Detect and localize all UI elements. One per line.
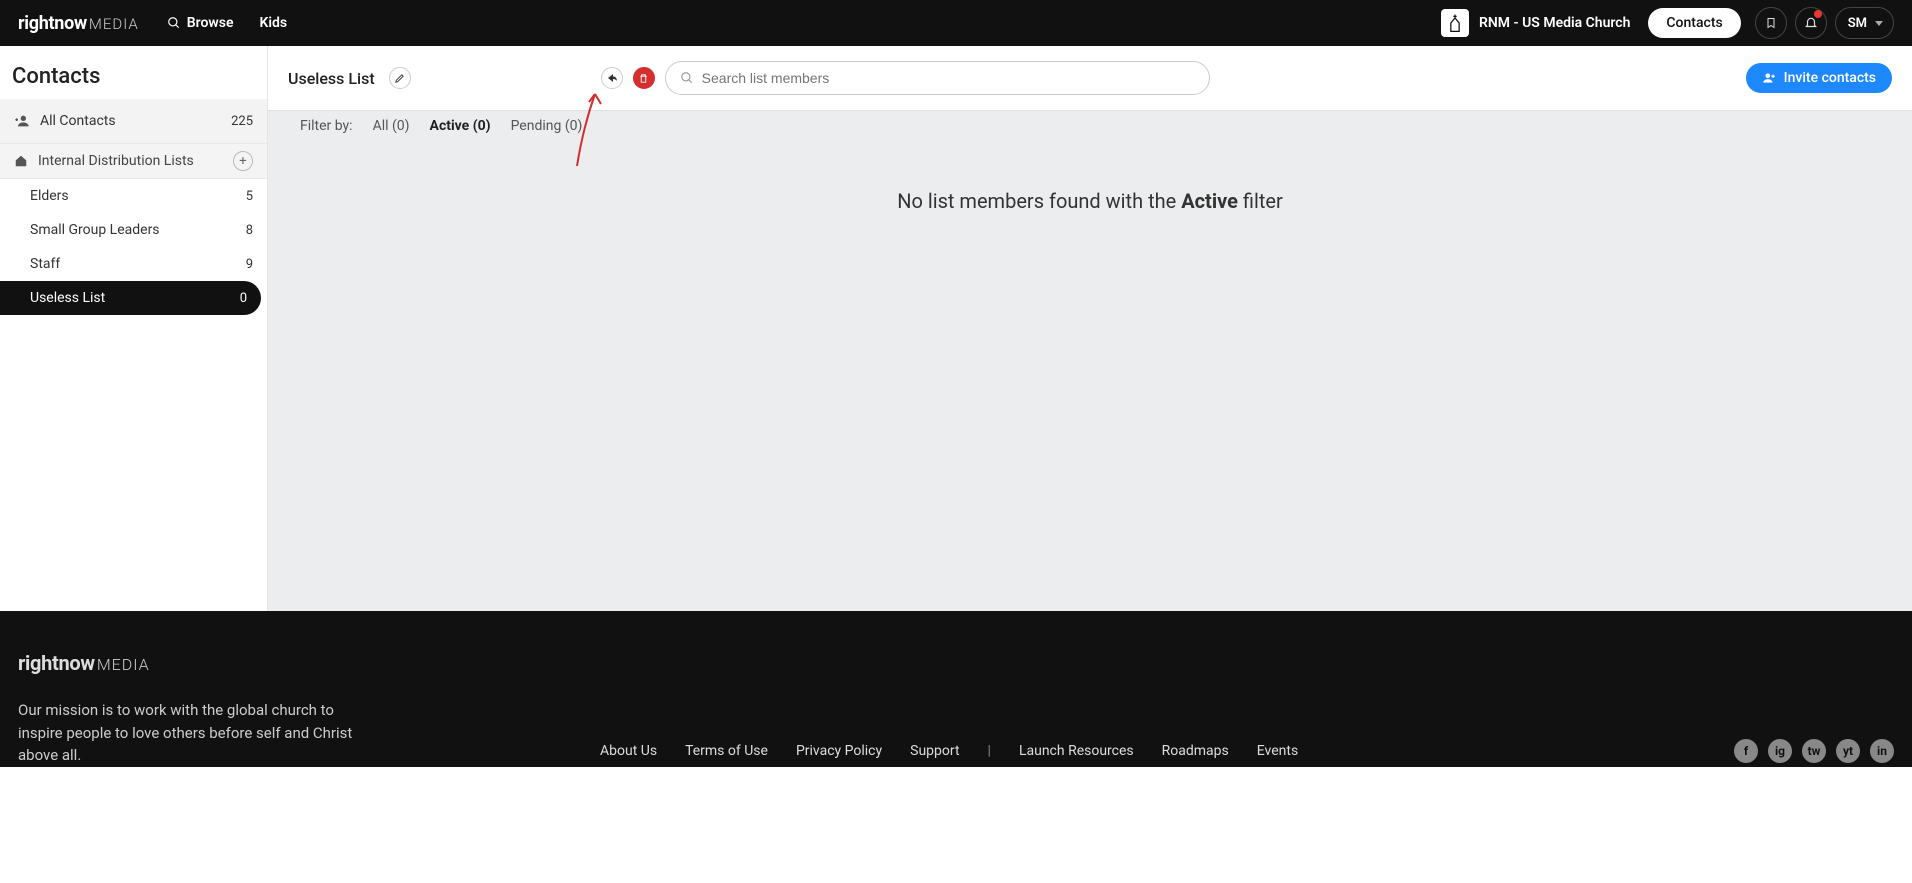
- search-icon: [167, 16, 181, 30]
- twitter-icon[interactable]: tw: [1802, 739, 1826, 763]
- empty-prefix: No list members found with the: [897, 189, 1181, 213]
- sidebar-section-header: Internal Distribution Lists +: [0, 143, 267, 179]
- sidebar-all-contacts[interactable]: All Contacts 225: [0, 99, 267, 143]
- footer-logo[interactable]: rightnow MEDIA: [18, 651, 1894, 675]
- footer-link-roadmaps[interactable]: Roadmaps: [1162, 743, 1229, 759]
- notification-dot: [1814, 10, 1822, 18]
- footer-link-launch[interactable]: Launch Resources: [1019, 743, 1134, 759]
- list-item-count: 0: [240, 291, 247, 306]
- share-list-button[interactable]: [601, 67, 623, 89]
- filter-all[interactable]: All (0): [373, 118, 410, 134]
- add-list-button[interactable]: +: [233, 151, 253, 171]
- sidebar-section-label: Internal Distribution Lists: [38, 153, 194, 169]
- person-add-icon: [14, 113, 30, 129]
- footer: rightnow MEDIA Our mission is to work wi…: [0, 611, 1912, 767]
- empty-strong: Active: [1181, 189, 1238, 213]
- home-icon: [14, 154, 28, 168]
- list-item-count: 8: [246, 223, 253, 238]
- nav-browse-label: Browse: [187, 15, 234, 31]
- brand-light: MEDIA: [89, 15, 139, 33]
- sidebar: Contacts All Contacts 225 Internal Distr…: [0, 46, 268, 611]
- plus-icon: +: [239, 154, 246, 169]
- instagram-icon[interactable]: ig: [1768, 739, 1792, 763]
- filter-bar: Filter by: All (0) Active (0) Pending (0…: [268, 111, 1912, 141]
- nav-kids[interactable]: Kids: [259, 15, 287, 31]
- empty-suffix: filter: [1238, 189, 1283, 213]
- footer-social: f ig tw yt in: [1734, 739, 1894, 763]
- list-item-label: Useless List: [30, 290, 105, 306]
- footer-link-terms[interactable]: Terms of Use: [685, 743, 768, 759]
- filter-active[interactable]: Active (0): [430, 118, 491, 134]
- sidebar-all-contacts-count: 225: [231, 114, 253, 129]
- footer-link-privacy[interactable]: Privacy Policy: [796, 743, 882, 759]
- sidebar-all-contacts-label: All Contacts: [40, 113, 116, 129]
- org-logo[interactable]: [1441, 9, 1469, 37]
- sidebar-list-small-group-leaders[interactable]: Small Group Leaders 8: [0, 213, 267, 247]
- sidebar-list-useless-list[interactable]: Useless List 0: [0, 281, 261, 315]
- main-panel: Useless List Invite contacts: [268, 46, 1912, 611]
- search-input[interactable]: [702, 70, 1196, 86]
- chevron-down-icon: [1875, 21, 1883, 26]
- bookmark-icon: [1765, 16, 1777, 30]
- list-item-label: Small Group Leaders: [30, 222, 160, 238]
- sidebar-list-elders[interactable]: Elders 5: [0, 179, 267, 213]
- share-icon: [606, 72, 618, 84]
- user-menu[interactable]: SM: [1835, 7, 1894, 39]
- bookmark-button[interactable]: [1755, 7, 1787, 39]
- app-header: rightnow MEDIA Browse Kids RNM - US Medi…: [0, 0, 1912, 46]
- brand-bold: rightnow: [18, 651, 95, 675]
- nav-browse[interactable]: Browse: [167, 15, 234, 31]
- bell-icon: [1804, 16, 1818, 30]
- list-item-count: 5: [246, 189, 253, 204]
- list-toolbar: Useless List Invite contacts: [268, 46, 1912, 110]
- filter-pending[interactable]: Pending (0): [511, 118, 583, 134]
- youtube-icon[interactable]: yt: [1836, 739, 1860, 763]
- invite-contacts-button[interactable]: Invite contacts: [1746, 63, 1892, 93]
- facebook-icon[interactable]: f: [1734, 739, 1758, 763]
- footer-link-support[interactable]: Support: [910, 743, 959, 759]
- brand-bold: rightnow: [18, 13, 87, 34]
- nav-kids-label: Kids: [259, 15, 287, 31]
- brand-logo[interactable]: rightnow MEDIA: [18, 13, 139, 34]
- user-initials: SM: [1848, 16, 1867, 31]
- search-icon: [680, 71, 694, 85]
- linkedin-icon[interactable]: in: [1870, 739, 1894, 763]
- contacts-button[interactable]: Contacts: [1648, 8, 1740, 38]
- content-area: Filter by: All (0) Active (0) Pending (0…: [268, 110, 1912, 611]
- brand-light: MEDIA: [97, 655, 150, 674]
- pencil-icon: [394, 73, 405, 84]
- empty-state-message: No list members found with the Active fi…: [268, 189, 1912, 213]
- body-area: Contacts All Contacts 225 Internal Distr…: [0, 46, 1912, 611]
- notifications-button[interactable]: [1795, 7, 1827, 39]
- footer-separator: |: [988, 743, 991, 759]
- footer-mission: Our mission is to work with the global c…: [18, 699, 378, 767]
- list-item-count: 9: [246, 257, 253, 272]
- footer-link-about[interactable]: About Us: [600, 743, 657, 759]
- page-title: Contacts: [0, 46, 267, 99]
- search-list-members[interactable]: [665, 61, 1211, 95]
- invite-label: Invite contacts: [1784, 70, 1876, 86]
- edit-list-button[interactable]: [389, 67, 411, 89]
- person-add-icon: [1762, 71, 1776, 85]
- org-name: RNM - US Media Church: [1479, 15, 1630, 31]
- church-icon: [1445, 13, 1465, 33]
- list-item-label: Elders: [30, 188, 69, 204]
- delete-list-button[interactable]: [633, 67, 655, 89]
- filter-label: Filter by:: [300, 118, 353, 134]
- trash-icon: [638, 73, 649, 84]
- list-title: Useless List: [288, 69, 375, 88]
- sidebar-list-staff[interactable]: Staff 9: [0, 247, 267, 281]
- footer-link-events[interactable]: Events: [1257, 743, 1298, 759]
- list-item-label: Staff: [30, 256, 60, 272]
- footer-links: About Us Terms of Use Privacy Policy Sup…: [600, 743, 1298, 759]
